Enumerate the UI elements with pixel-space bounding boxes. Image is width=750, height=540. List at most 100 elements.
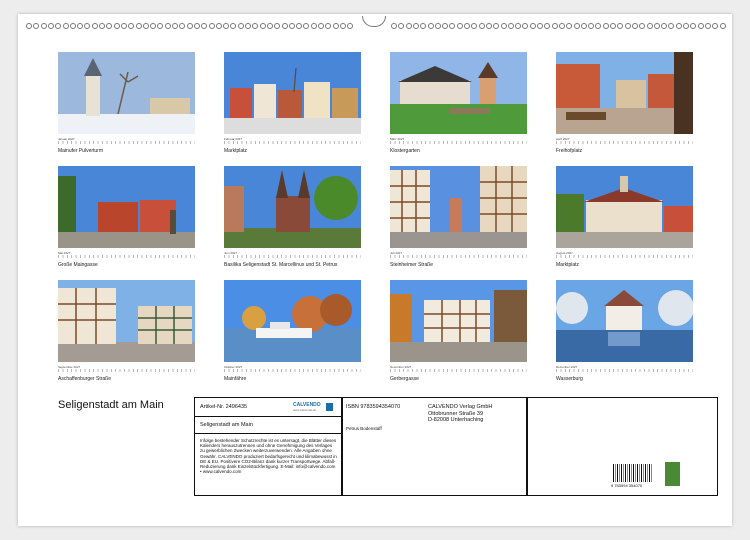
binding-hole xyxy=(186,23,193,29)
binding-hole xyxy=(142,23,149,29)
photo-caption: Basilika Seligenstadt St. Marcellinus un… xyxy=(224,262,338,268)
binding-hole xyxy=(580,23,587,29)
day-row xyxy=(556,255,693,258)
binding-hole xyxy=(47,23,54,29)
photo-caption: Klostergarten xyxy=(390,148,420,154)
binding-hole xyxy=(288,23,295,29)
binding-hole xyxy=(69,23,76,29)
info-box: Artikel-Nr. 2496435 CALVENDO www.calvend… xyxy=(194,397,718,496)
day-row xyxy=(390,141,527,144)
binding-hole xyxy=(215,23,222,29)
binding-hole xyxy=(339,23,346,29)
binding-hole xyxy=(507,23,514,29)
photo-caption: Steinheimer Straße xyxy=(390,262,434,268)
binding-hole xyxy=(26,23,32,29)
binding-hole xyxy=(405,23,412,29)
day-row xyxy=(224,141,361,144)
month-photo xyxy=(390,52,527,134)
binding-hole xyxy=(719,23,726,29)
binding-hole xyxy=(150,23,157,29)
binding-hole xyxy=(464,23,470,29)
binding-hole xyxy=(485,23,492,29)
binding-hole xyxy=(245,23,251,29)
month-photo xyxy=(58,166,195,248)
binding-hole xyxy=(456,23,463,29)
binding-hole xyxy=(697,23,704,29)
month-photo xyxy=(58,280,195,362)
binding-hole xyxy=(325,23,332,29)
photo-caption: Aschaffenburger Straße xyxy=(58,376,111,382)
binding-hole xyxy=(128,23,135,29)
binding-hole xyxy=(661,23,668,29)
binding-hole xyxy=(493,23,500,29)
binding-hole xyxy=(427,23,434,29)
calvendo-logo: CALVENDO www.calvendo.de xyxy=(293,402,333,414)
binding-hole xyxy=(91,23,98,29)
month-photo xyxy=(390,280,527,362)
day-row xyxy=(390,369,527,372)
month-photo xyxy=(224,280,361,362)
eco-leaf-icon xyxy=(665,462,680,486)
binding-hole xyxy=(624,23,631,29)
binding-hole xyxy=(274,23,281,29)
binding-hole xyxy=(310,23,317,29)
binding-hole xyxy=(266,23,273,29)
binding-hole xyxy=(558,23,565,29)
barcode-number: 9 783594 354070 xyxy=(611,483,643,488)
calendar-title: Seligenstadt am Main xyxy=(58,399,164,411)
day-row xyxy=(556,141,693,144)
day-row xyxy=(58,255,195,258)
day-row xyxy=(58,369,195,372)
binding-hole xyxy=(522,23,529,29)
binding-hole xyxy=(595,23,602,29)
binding-hole xyxy=(442,23,449,29)
binding-hole xyxy=(230,23,237,29)
binding-hole xyxy=(471,23,478,29)
binding-hole xyxy=(675,23,682,29)
day-row xyxy=(390,255,527,258)
month-photo xyxy=(556,280,693,362)
calendar-sheet: Januar 2027 Mainufer Pulverturm Februar … xyxy=(18,14,732,526)
binding-hole xyxy=(208,23,215,29)
binding-hole xyxy=(172,23,178,29)
binding-hole xyxy=(704,23,711,29)
binding-hole xyxy=(223,23,230,29)
binding-hole xyxy=(62,23,69,29)
binding-hole xyxy=(566,23,573,29)
binding-hole xyxy=(296,23,303,29)
photo-caption: Mainfähre xyxy=(224,376,247,382)
day-row xyxy=(224,369,361,372)
binding-hole xyxy=(179,23,186,29)
month-photo xyxy=(224,52,361,134)
photo-caption: Freihofplatz xyxy=(556,148,583,154)
binding-hole xyxy=(120,23,127,29)
binding-hole xyxy=(631,23,638,29)
binding-hole xyxy=(164,23,171,29)
binding-hole xyxy=(55,23,62,29)
binding-hole xyxy=(157,23,164,29)
binding-hole xyxy=(551,23,558,29)
binding-hole xyxy=(281,23,288,29)
binding-hole xyxy=(77,23,84,29)
binding-hole xyxy=(478,23,485,29)
binding-hole xyxy=(610,23,616,29)
binding-hole xyxy=(573,23,580,29)
photo-caption: Mainufer Pulverturm xyxy=(58,148,104,154)
binding-hole xyxy=(252,23,259,29)
binding-hole xyxy=(106,23,113,29)
binding-hole xyxy=(259,23,266,29)
isbn: ISBN 9783594354070 xyxy=(346,404,401,410)
binding-hole xyxy=(391,23,397,29)
binding-hole xyxy=(434,23,441,29)
binding-hole xyxy=(84,23,91,29)
article-number: Artikel-Nr. 2496435 xyxy=(200,404,248,410)
photo-caption: Gerbergasse xyxy=(390,376,419,382)
binding-hole xyxy=(712,23,719,29)
binding-hole xyxy=(639,23,646,29)
binding-hole xyxy=(602,23,609,29)
binding-hole xyxy=(683,23,689,29)
month-photo xyxy=(556,52,693,134)
binding-hole xyxy=(537,23,543,29)
month-photo xyxy=(390,166,527,248)
binding-hole xyxy=(500,23,507,29)
